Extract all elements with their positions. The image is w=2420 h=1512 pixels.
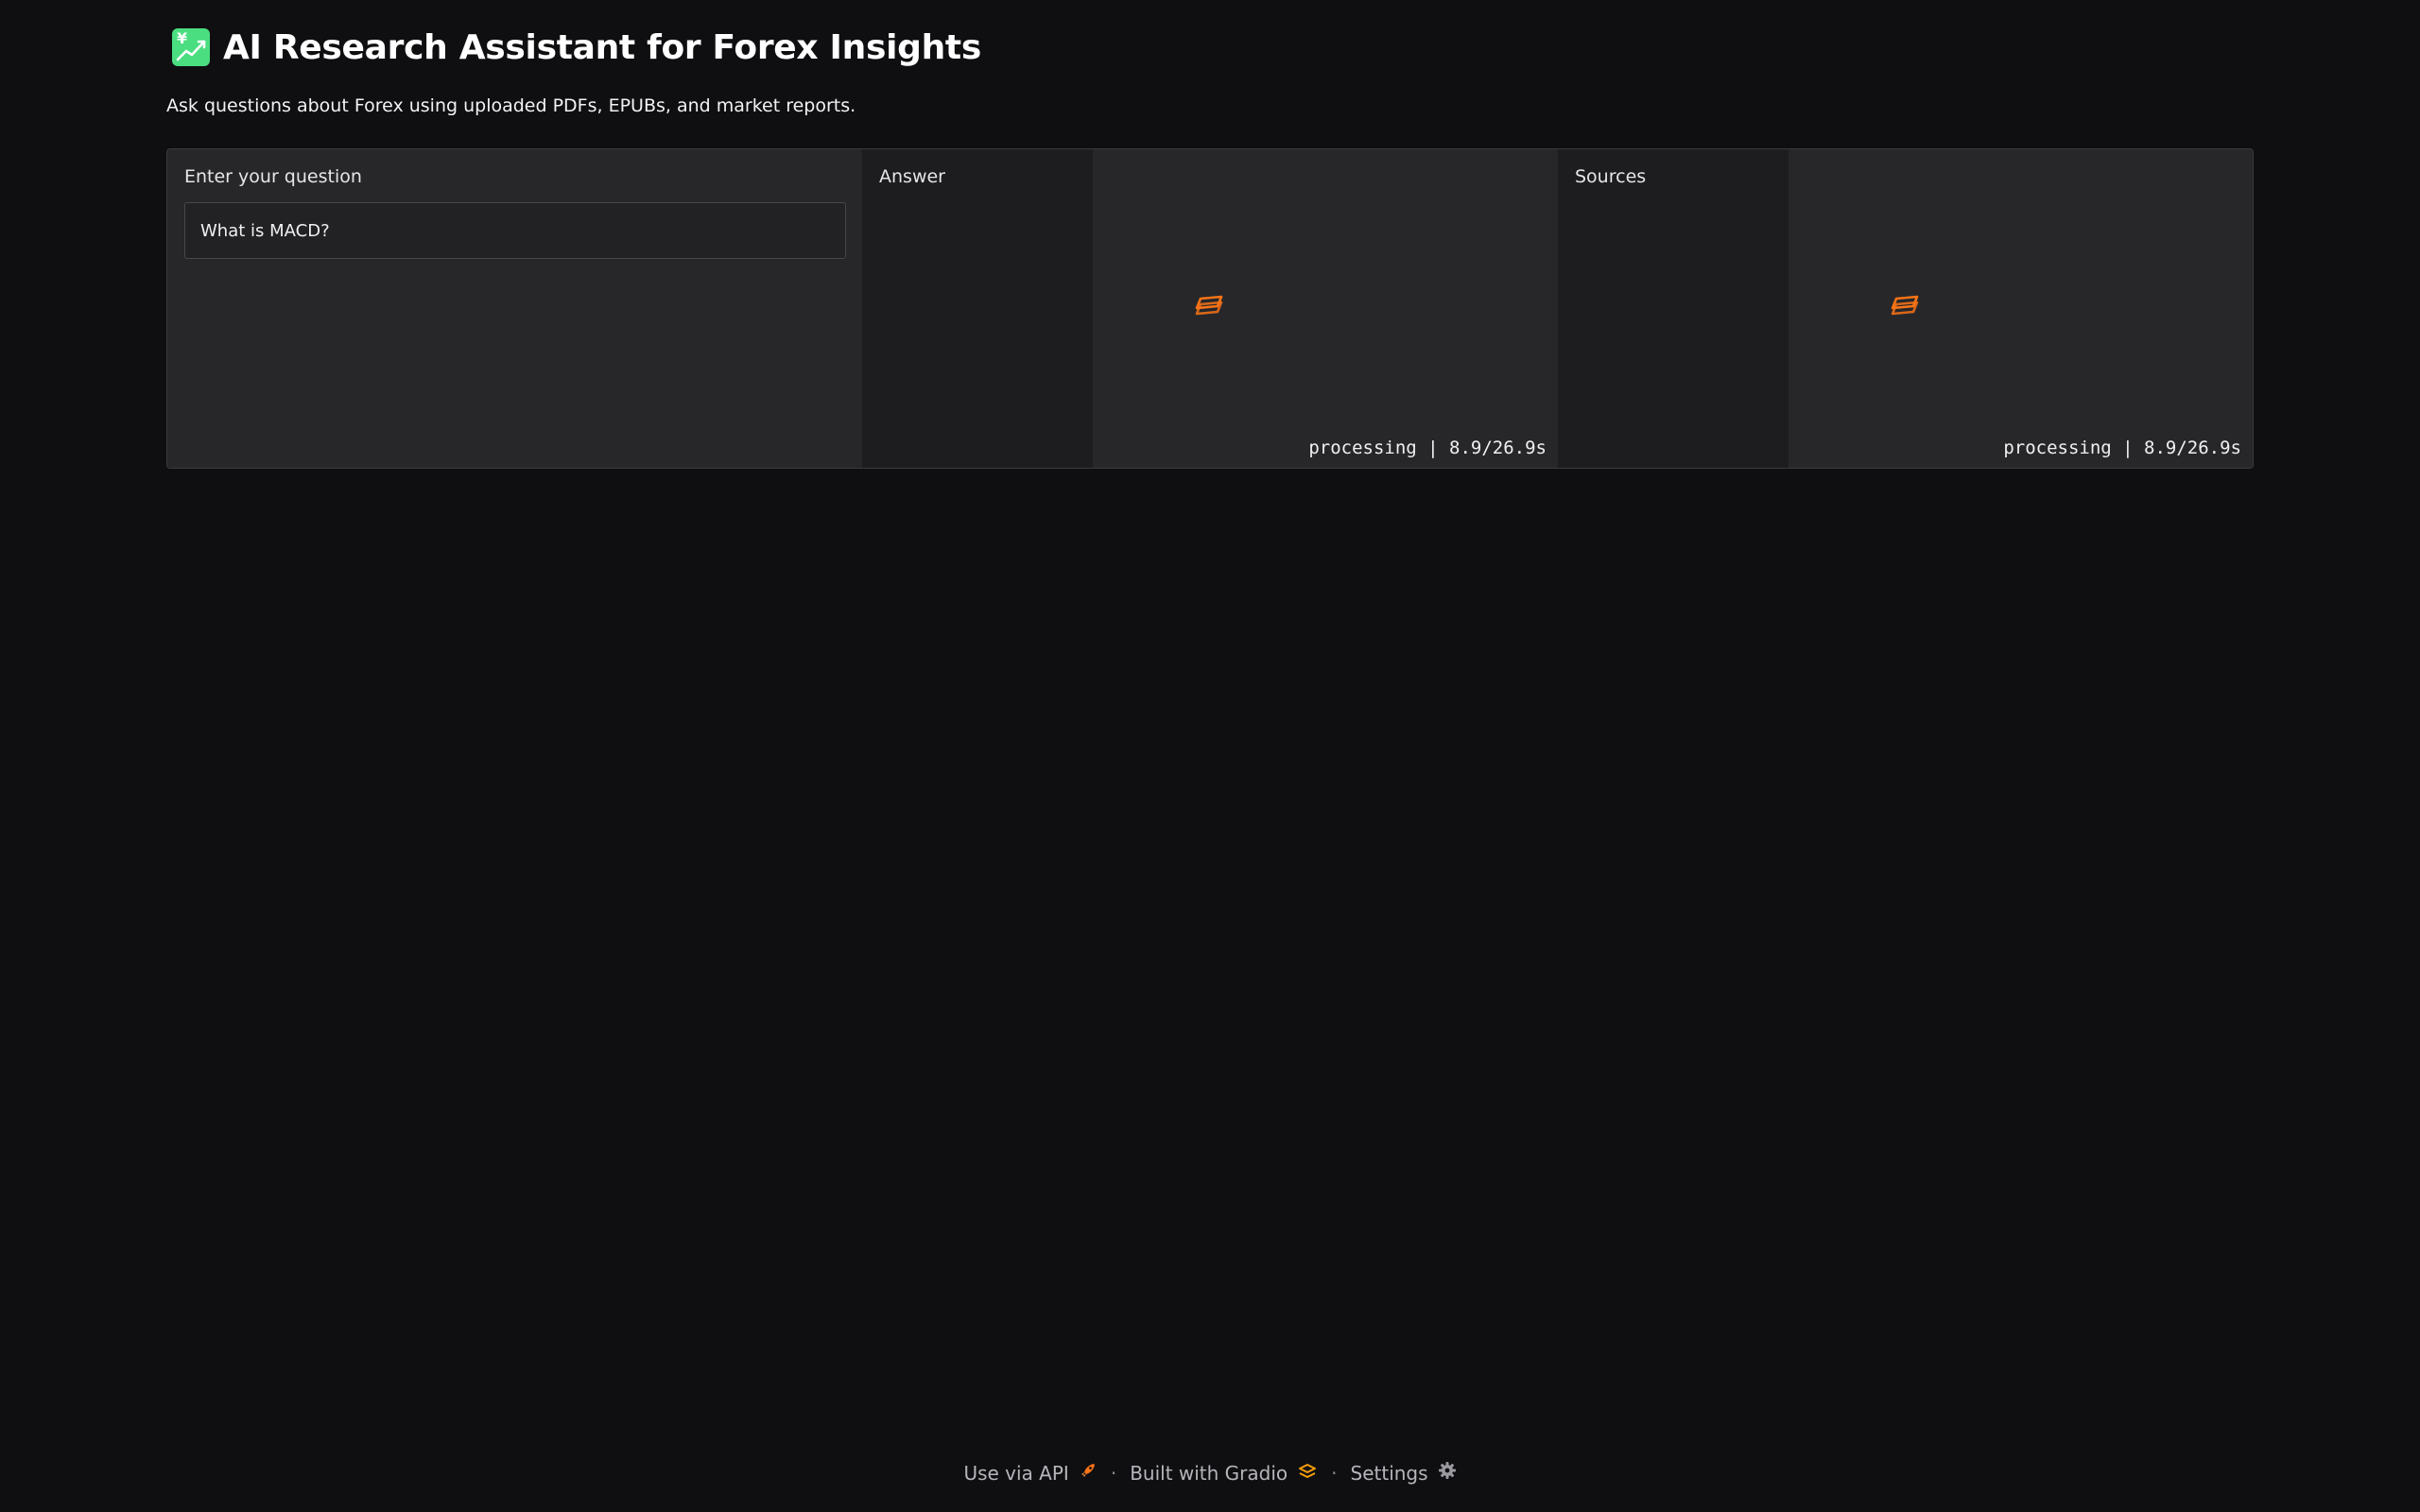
answer-progress-text: processing | 8.9/26.9s xyxy=(1308,438,1547,458)
rocket-icon xyxy=(1079,1461,1098,1485)
question-label: Enter your question xyxy=(184,166,362,187)
loading-spinner-icon xyxy=(1891,295,1919,316)
built-with-gradio-link[interactable]: Built with Gradio xyxy=(1130,1462,1318,1485)
settings-link[interactable]: Settings xyxy=(1351,1461,1457,1485)
built-with-gradio-label: Built with Gradio xyxy=(1130,1461,1288,1485)
page-description: Ask questions about Forex using uploaded… xyxy=(166,95,856,116)
use-via-api-link[interactable]: Use via API xyxy=(963,1461,1097,1485)
answer-loading-overlay: processing | 8.9/26.9s xyxy=(1093,149,1558,468)
answer-block: Answer processing | 8.9/26.9s xyxy=(862,149,1558,468)
footer: Use via API · Built with Gradio · Settin… xyxy=(0,1461,2420,1485)
main-row: Enter your question Answer processing | … xyxy=(166,148,2254,469)
gear-icon xyxy=(1438,1461,1457,1485)
answer-label: Answer xyxy=(879,166,945,187)
page-title: AI Research Assistant for Forex Insights xyxy=(223,27,981,67)
sources-loading-overlay: processing | 8.9/26.9s xyxy=(1789,149,2253,468)
chart-increasing-with-yen-icon: ¥ xyxy=(172,28,210,66)
sources-block: Sources processing | 8.9/26.9s xyxy=(1558,149,2253,468)
gradio-logo-icon xyxy=(1297,1462,1318,1485)
question-input[interactable] xyxy=(184,202,846,259)
footer-separator: · xyxy=(1331,1461,1338,1485)
sources-label: Sources xyxy=(1575,166,1647,187)
footer-separator: · xyxy=(1110,1461,1117,1485)
question-block: Enter your question xyxy=(167,149,862,468)
loading-spinner-icon xyxy=(1195,295,1223,316)
settings-label: Settings xyxy=(1350,1461,1428,1485)
sources-progress-text: processing | 8.9/26.9s xyxy=(2003,438,2241,458)
page-header: ¥ AI Research Assistant for Forex Insigh… xyxy=(166,25,981,70)
use-via-api-label: Use via API xyxy=(963,1461,1069,1485)
